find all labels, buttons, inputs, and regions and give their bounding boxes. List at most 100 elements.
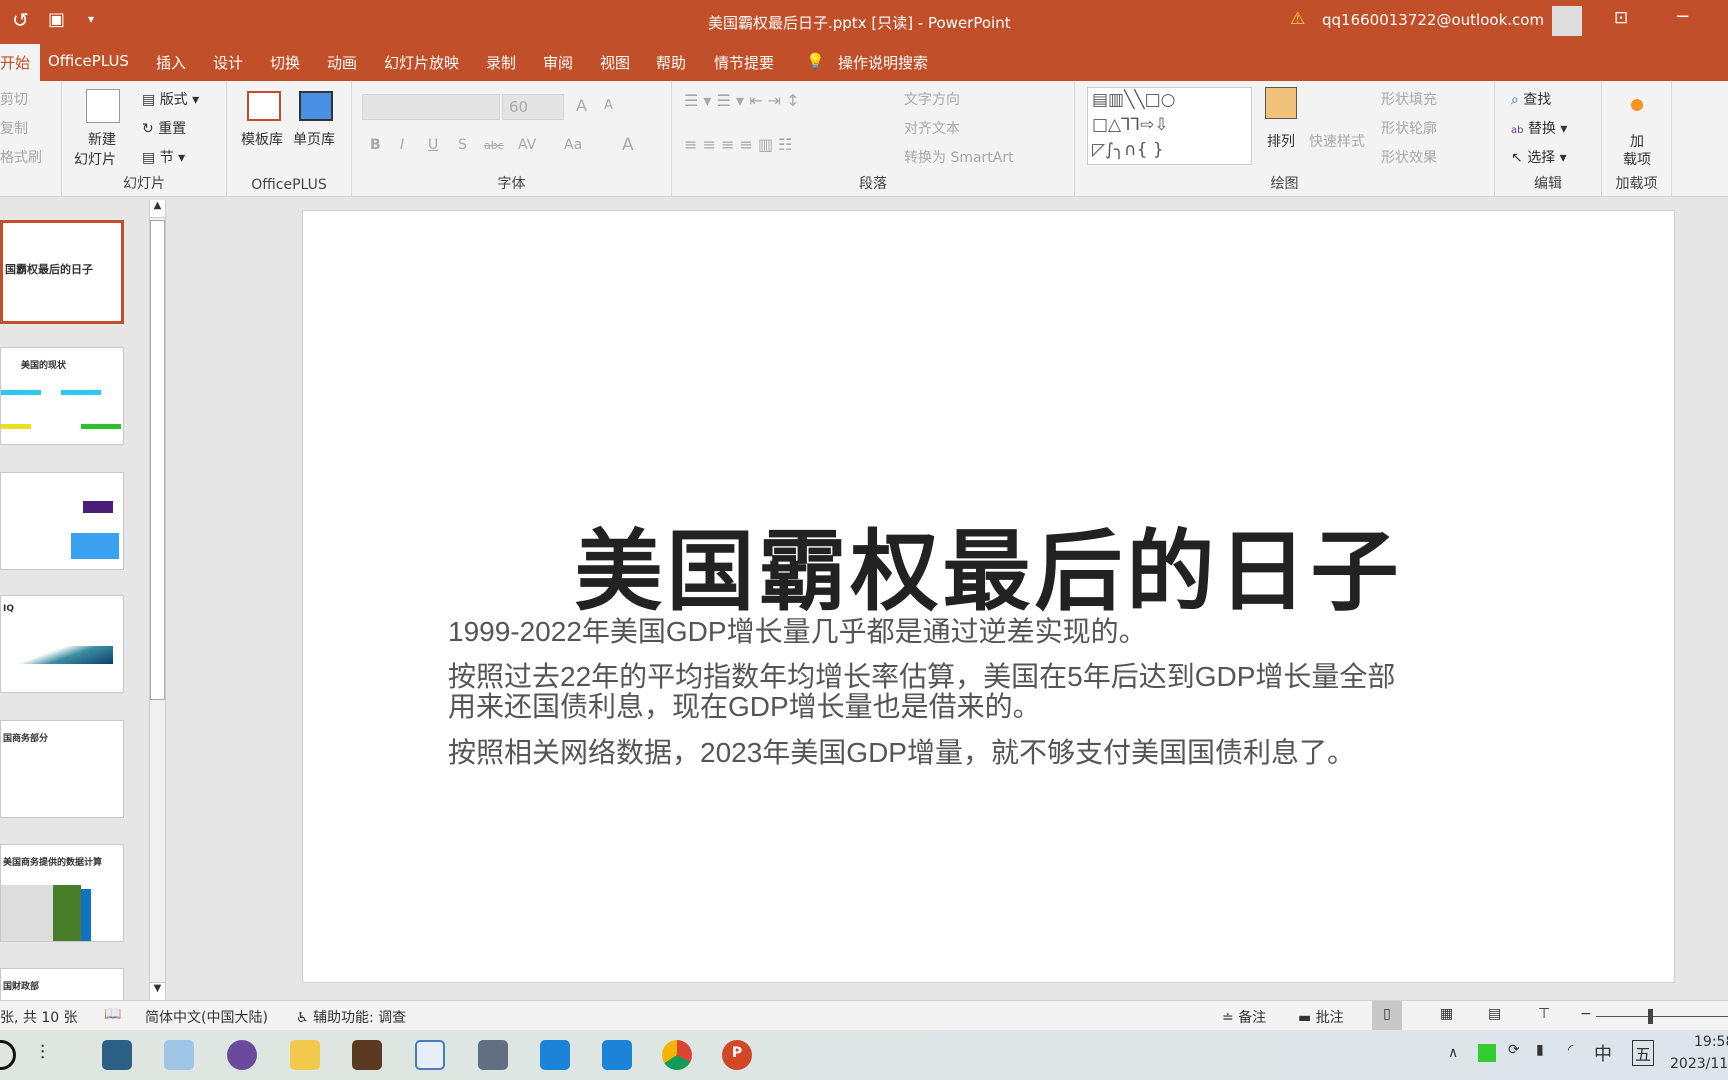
chrome-icon[interactable] — [662, 1040, 692, 1070]
ime-indicator[interactable]: 中 — [1594, 1040, 1612, 1066]
present-icon[interactable]: ▣ — [48, 9, 65, 30]
template-library-button[interactable]: 模板库 — [241, 129, 283, 149]
tab-insert[interactable]: 插入 — [156, 52, 186, 73]
tab-review[interactable]: 审阅 — [543, 52, 573, 73]
ribbon-display-icon[interactable]: ⊡ — [1614, 8, 1628, 28]
find-button[interactable]: ⌕ 查找 — [1511, 89, 1551, 109]
thumbnail-slide-4[interactable]: IQ — [0, 595, 124, 693]
cut-button[interactable]: 剪切 — [0, 89, 28, 109]
format-painter-button[interactable]: 格式刷 — [0, 147, 42, 167]
search-icon[interactable] — [0, 1040, 16, 1070]
new-slide-dropdown[interactable]: 幻灯片 — [74, 149, 116, 169]
bold-button[interactable]: B — [370, 137, 381, 153]
font-size-input[interactable]: 60 — [502, 94, 564, 120]
reset-button[interactable]: ↻ 重置 — [142, 118, 186, 138]
font-color-button[interactable]: A — [622, 135, 634, 155]
accessibility-button[interactable]: ♿ 辅助功能: 调查 — [296, 1007, 406, 1027]
zoom-out-button[interactable]: − — [1580, 1006, 1592, 1022]
ime-mode-indicator[interactable]: 五 — [1632, 1040, 1655, 1066]
slide-title[interactable]: 美国霸权最后的日子 — [303, 501, 1674, 628]
tray-chevron-icon[interactable]: ∧ — [1448, 1045, 1458, 1061]
replace-button[interactable]: ab 替换 ▾ — [1511, 118, 1567, 138]
char-spacing-button[interactable]: AV — [518, 137, 536, 153]
arrange-button[interactable]: 排列 — [1267, 131, 1295, 151]
addins-button[interactable]: 加 — [1630, 131, 1644, 151]
thumbnail-scrollbar[interactable]: ▲ ▼ — [149, 200, 166, 1000]
section-button[interactable]: ▤ 节 ▾ — [142, 147, 185, 167]
zoom-slider-thumb[interactable] — [1648, 1009, 1653, 1024]
powerpoint-icon[interactable]: P — [722, 1040, 752, 1070]
shape-effects-button[interactable]: 形状效果 — [1381, 147, 1437, 167]
slide-body-line[interactable]: 按照相关网络数据，2023年美国GDP增量，就不够支付美国国债利息了。 — [448, 737, 1355, 769]
calculator-icon[interactable] — [478, 1040, 508, 1070]
scroll-down-button[interactable]: ▼ — [150, 982, 165, 1000]
language-button[interactable]: 简体中文(中国大陆) — [145, 1007, 268, 1027]
single-page-library-button[interactable]: 单页库 — [293, 129, 335, 149]
task-view-icon[interactable]: ⫶ — [40, 1040, 70, 1070]
thumbnail-slide-3[interactable] — [0, 472, 124, 570]
layout-button[interactable]: ▤ 版式 ▾ — [142, 89, 199, 109]
warning-icon[interactable]: ⚠ — [1290, 9, 1305, 29]
slide-body-line[interactable]: 1999-2022年美国GDP增长量几乎都是通过逆差实现的。 — [448, 616, 1147, 648]
shrink-font-button[interactable]: A — [604, 98, 613, 113]
shapes-gallery[interactable]: ▤▥╲╲□○ □△⅂⅂⇨⇩ ◸∫╮∩{ } — [1087, 87, 1252, 165]
quick-styles-button[interactable]: 快速样式 — [1309, 131, 1365, 151]
app-icon[interactable] — [102, 1040, 132, 1070]
music-app-icon-2[interactable] — [602, 1040, 632, 1070]
wifi-icon[interactable]: ◜ — [1568, 1042, 1573, 1058]
slide-body-line[interactable]: 按照过去22年的平均指数年均增长率估算，美国在5年后达到GDP增长量全部 — [448, 661, 1395, 693]
notes-button[interactable]: ≐ 备注 — [1222, 1007, 1266, 1027]
slide-canvas[interactable]: 美国霸权最后的日子 1999-2022年美国GDP增长量几乎都是通过逆差实现的。… — [302, 210, 1675, 983]
tab-help[interactable]: 帮助 — [656, 52, 686, 73]
align-icons[interactable]: ≡ ≡ ≡ ≡ ▥ ☷ — [684, 135, 793, 154]
tab-animations[interactable]: 动画 — [327, 52, 357, 73]
autosave-icon[interactable]: ↺ — [12, 8, 29, 32]
shadow-button[interactable]: S — [458, 137, 467, 153]
underline-button[interactable]: U — [428, 137, 438, 153]
tab-officeplus[interactable]: OfficePLUS — [48, 52, 129, 70]
convert-smartart-button[interactable]: 转换为 SmartArt — [904, 147, 1014, 167]
change-case-button[interactable]: Aa — [564, 137, 582, 153]
customize-toolbar-icon[interactable]: ▾ — [88, 12, 94, 26]
game-icon[interactable] — [352, 1040, 382, 1070]
tell-me-search[interactable]: 操作说明搜索 — [838, 52, 928, 73]
thumbnail-slide-2[interactable]: 美国的现状 — [0, 347, 124, 445]
shape-outline-button[interactable]: 形状轮廓 — [1381, 118, 1437, 138]
thumbnail-slide-6[interactable]: 美国商务提供的数据计算 — [0, 844, 124, 942]
zoom-slider[interactable] — [1596, 1016, 1728, 1017]
addins-button-label[interactable]: 载项 — [1623, 149, 1651, 169]
copy-button[interactable]: 复制 — [0, 118, 28, 138]
italic-button[interactable]: I — [400, 137, 404, 153]
align-text-button[interactable]: 对齐文本 — [904, 118, 960, 138]
reading-view-button[interactable]: ▤ — [1488, 1006, 1501, 1022]
thumbnail-slide-1[interactable]: 国霸权最后的日子 — [0, 220, 124, 324]
tab-design[interactable]: 设计 — [213, 52, 243, 73]
tab-storyboard[interactable]: 情节提要 — [714, 52, 774, 73]
avatar[interactable] — [1552, 6, 1582, 36]
battery-icon[interactable]: ▮ — [1536, 1042, 1544, 1058]
strikethrough-button[interactable]: abc — [484, 139, 504, 152]
tab-home[interactable]: 开始 — [0, 44, 41, 81]
tab-view[interactable]: 视图 — [600, 52, 630, 73]
account-name[interactable]: qq1660013722@outlook.com — [1322, 11, 1544, 29]
select-button[interactable]: ↖ 选择 ▾ — [1511, 147, 1567, 167]
slideshow-button[interactable]: ⊤ — [1538, 1006, 1550, 1022]
comments-button[interactable]: ▬ 批注 — [1298, 1007, 1344, 1027]
eclipse-icon[interactable] — [227, 1040, 257, 1070]
tab-record[interactable]: 录制 — [486, 52, 516, 73]
scroll-up-button[interactable]: ▲ — [150, 200, 165, 218]
slide-body-line[interactable]: 用来还国债利息，现在GDP增长量也是借来的。 — [448, 691, 1041, 723]
music-app-icon[interactable] — [540, 1040, 570, 1070]
clock-time[interactable]: 19:58 — [1694, 1034, 1728, 1050]
tray-app-icon[interactable] — [1478, 1044, 1496, 1062]
draw-app-icon[interactable] — [415, 1040, 445, 1070]
tab-slideshow[interactable]: 幻灯片放映 — [384, 52, 459, 73]
notepad-icon[interactable] — [164, 1040, 194, 1070]
new-slide-button[interactable]: 新建 — [88, 129, 116, 149]
slide-sorter-button[interactable]: ▦ — [1440, 1006, 1453, 1022]
minimize-button[interactable]: − — [1675, 6, 1690, 27]
spell-check-icon[interactable]: 📖 — [104, 1006, 121, 1022]
clock-date[interactable]: 2023/11 — [1670, 1056, 1728, 1072]
tray-update-icon[interactable]: ⟳ — [1508, 1042, 1520, 1058]
scrollbar-thumb[interactable] — [150, 220, 165, 700]
